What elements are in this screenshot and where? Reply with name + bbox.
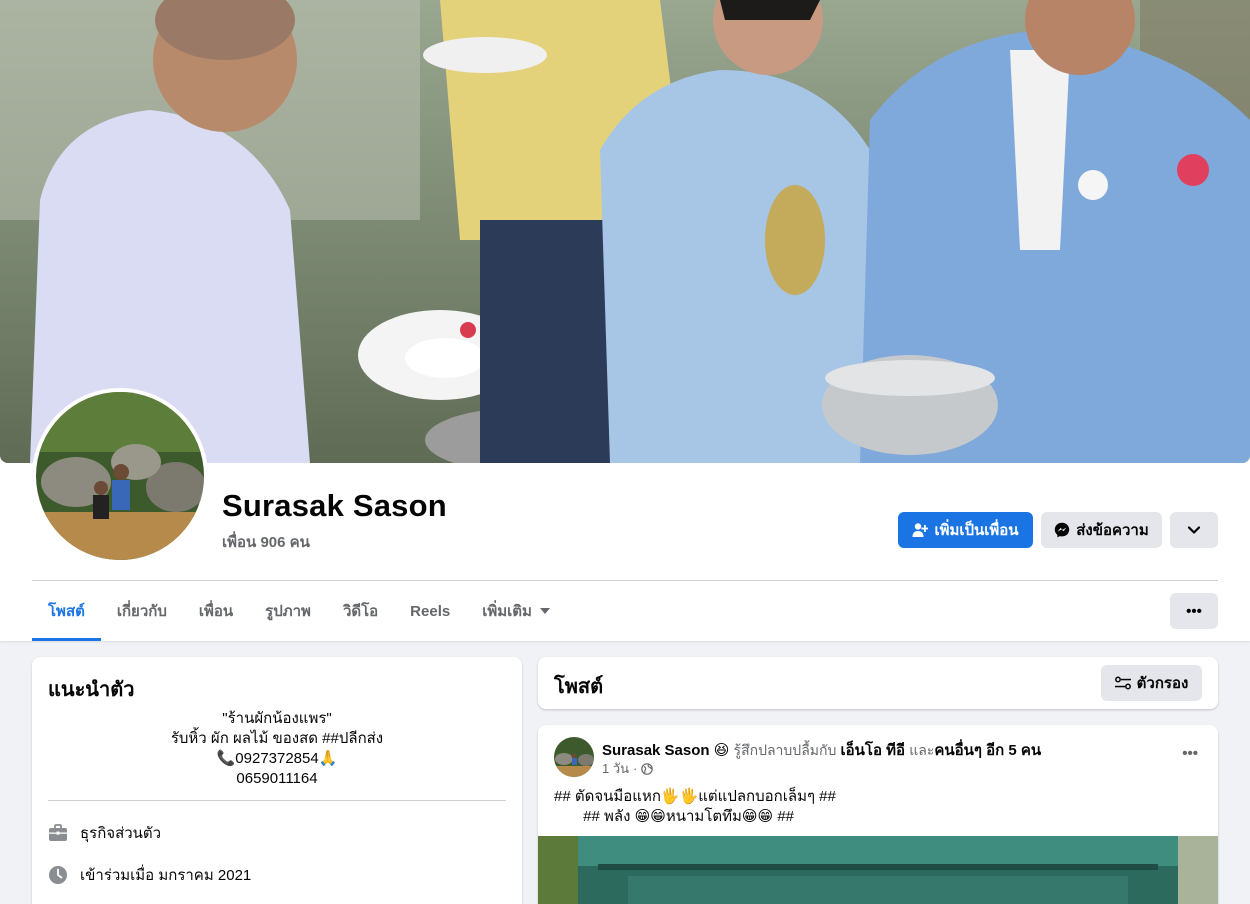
bio-line: "ร้านผักน้องแพร" bbox=[222, 710, 332, 727]
post-card: Surasak Sason 😆 รู้สึกปลาบปลื้มกับ เอ็นโ… bbox=[538, 725, 1218, 904]
more-dots-icon: ••• bbox=[1182, 745, 1198, 762]
tagged-others-link[interactable]: คนอื่นๆ อีก 5 คน bbox=[934, 742, 1041, 759]
profile-options-button[interactable] bbox=[1170, 512, 1218, 548]
meta-separator: · bbox=[633, 761, 638, 776]
caret-down-icon bbox=[539, 608, 550, 614]
intro-joined-row: เข้าร่วมเมื่อ มกราคม 2021 bbox=[48, 863, 251, 887]
posts-header-card: โพสต์ ตัวกรอง bbox=[538, 657, 1218, 709]
avatar-image bbox=[36, 392, 204, 560]
cover-photo-image bbox=[0, 0, 1250, 463]
post-meta: 1 วัน · bbox=[602, 758, 654, 779]
posts-title: โพสต์ bbox=[554, 676, 604, 698]
bio-line: 📞0927372854🙏 bbox=[216, 750, 338, 767]
post-text: ## ตัดจนมือแหก🖐🖐แต่แปลกบอกเล็มๆ ## ## พล… bbox=[554, 787, 836, 827]
globe-icon bbox=[641, 762, 654, 775]
post-timestamp[interactable]: 1 วัน bbox=[602, 758, 629, 779]
profile-avatar[interactable] bbox=[32, 388, 208, 564]
add-friend-icon bbox=[912, 523, 929, 537]
tab-about[interactable]: เกี่ยวกับ bbox=[101, 581, 183, 641]
post-image[interactable] bbox=[538, 836, 1218, 904]
tab-more-label: เพิ่มเติม bbox=[482, 603, 532, 620]
sliders-icon bbox=[1114, 676, 1131, 690]
intro-bio: "ร้านผักน้องแพร" รับหิ้ว ผัก ผลไม้ ของสด… bbox=[48, 709, 506, 789]
post-options-button[interactable]: ••• bbox=[1182, 745, 1198, 762]
bio-line: 0659011164 bbox=[236, 770, 318, 787]
message-label: ส่งข้อความ bbox=[1076, 522, 1149, 539]
post-feeling-text: รู้สึกปลาบปลื้มกับ bbox=[733, 742, 837, 758]
post-author-name[interactable]: Surasak Sason bbox=[602, 742, 710, 759]
intro-joined-text: เข้าร่วมเมื่อ มกราคม 2021 bbox=[80, 867, 252, 884]
post-text-line: ## พลัง 😁😁หนามโตทึม😁😁 ## bbox=[554, 808, 795, 825]
intro-card: แนะนำตัว "ร้านผักน้องแพร" รับหิ้ว ผัก ผล… bbox=[32, 657, 522, 904]
add-friend-label: เพิ่มเป็นเพื่อน bbox=[934, 522, 1019, 539]
profile-name: Surasak Sason bbox=[222, 488, 447, 523]
tab-friends[interactable]: เพื่อน bbox=[183, 581, 249, 641]
tab-videos[interactable]: วิดีโอ bbox=[327, 581, 394, 641]
post-text-line: ## ตัดจนมือแหก🖐🖐แต่แปลกบอกเล็มๆ ## bbox=[554, 788, 836, 805]
briefcase-icon bbox=[49, 824, 67, 841]
more-dots-icon: ••• bbox=[1186, 602, 1202, 620]
intro-work-text: ธุรกิจส่วนตัว bbox=[80, 825, 162, 842]
profile-header: Surasak Sason เพื่อน 906 คน เพิ่มเป็นเพื… bbox=[0, 0, 1250, 641]
tab-reels[interactable]: Reels bbox=[394, 581, 466, 641]
intro-divider bbox=[48, 800, 506, 801]
post-author-avatar[interactable] bbox=[554, 737, 594, 777]
filter-button[interactable]: ตัวกรอง bbox=[1101, 665, 1202, 701]
tab-more[interactable]: เพิ่มเติม bbox=[466, 581, 566, 641]
messenger-icon bbox=[1055, 522, 1070, 538]
post-and-word: และ bbox=[909, 742, 935, 758]
intro-title: แนะนำตัว bbox=[48, 679, 135, 701]
profile-tabs: โพสต์ เกี่ยวกับ เพื่อน รูปภาพ วิดีโอ Ree… bbox=[32, 581, 566, 641]
clock-icon bbox=[49, 866, 67, 884]
feeling-emoji-icon: 😆 bbox=[713, 742, 730, 759]
cover-photo[interactable] bbox=[0, 0, 1250, 463]
tab-photos[interactable]: รูปภาพ bbox=[249, 581, 327, 641]
friends-count-link[interactable]: เพื่อน 906 คน bbox=[222, 530, 310, 554]
post-header-line: Surasak Sason 😆 รู้สึกปลาบปลื้มกับ เอ็นโ… bbox=[602, 738, 1041, 762]
tabs-more-options-button[interactable]: ••• bbox=[1170, 593, 1218, 629]
post-photo bbox=[538, 836, 1218, 904]
filter-label: ตัวกรอง bbox=[1136, 675, 1189, 692]
message-button[interactable]: ส่งข้อความ bbox=[1041, 512, 1162, 548]
chevron-down-icon bbox=[1188, 526, 1200, 534]
tab-posts[interactable]: โพสต์ bbox=[32, 581, 101, 641]
intro-work-row: ธุรกิจส่วนตัว bbox=[48, 821, 161, 845]
bio-line: รับหิ้ว ผัก ผลไม้ ของสด ##ปลีกส่ง bbox=[170, 730, 384, 747]
tagged-person-link[interactable]: เอ็นโอ ทีอี bbox=[841, 742, 906, 759]
add-friend-button[interactable]: เพิ่มเป็นเพื่อน bbox=[898, 512, 1033, 548]
